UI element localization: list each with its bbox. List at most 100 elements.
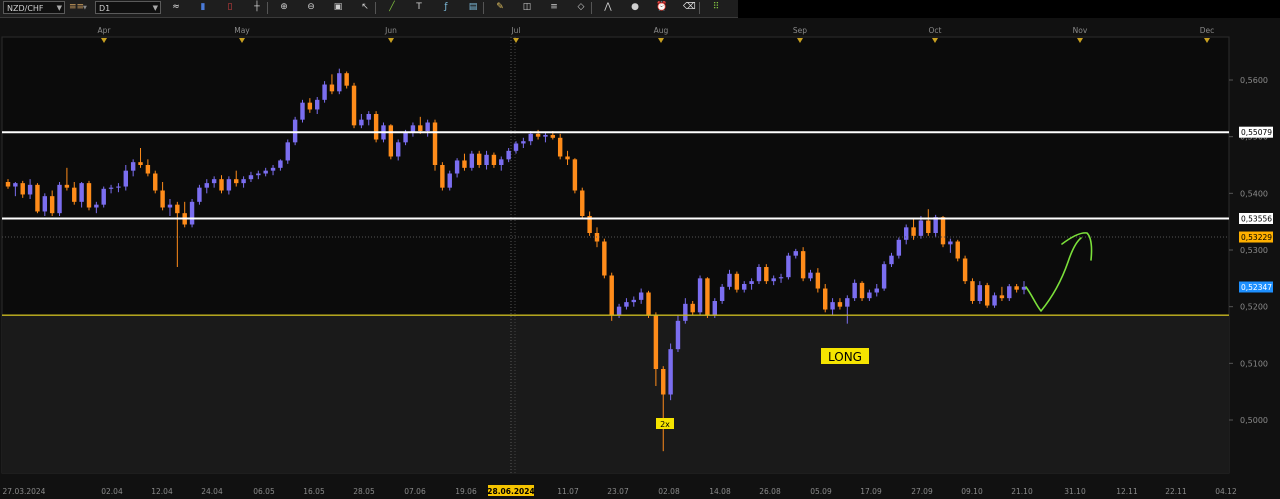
candle-body[interactable]: [42, 196, 48, 212]
candle-body[interactable]: [727, 273, 732, 287]
candle-body[interactable]: [145, 165, 151, 174]
candle-body[interactable]: [278, 160, 283, 168]
candle-body[interactable]: [241, 179, 246, 184]
candle-body[interactable]: [160, 190, 165, 208]
candle-body[interactable]: [955, 241, 960, 259]
candle-body[interactable]: [5, 182, 11, 187]
candle-body[interactable]: [292, 119, 298, 143]
candle-body[interactable]: [219, 179, 224, 191]
candle-body[interactable]: [793, 251, 798, 256]
candle-body[interactable]: [499, 159, 504, 165]
candle-body[interactable]: [138, 162, 143, 165]
candle-body[interactable]: [984, 285, 990, 306]
candle-body[interactable]: [329, 84, 335, 92]
candle-body[interactable]: [513, 143, 519, 151]
candle-body[interactable]: [418, 125, 423, 131]
candle-body[interactable]: [572, 159, 578, 191]
candle-body[interactable]: [830, 302, 835, 310]
candle-body[interactable]: [130, 162, 136, 171]
candle-body[interactable]: [116, 186, 121, 188]
candle-body[interactable]: [35, 184, 40, 212]
candle-body[interactable]: [359, 119, 364, 126]
candle-body[interactable]: [388, 125, 394, 157]
candle-body[interactable]: [999, 295, 1005, 299]
candle-body[interactable]: [1007, 286, 1012, 299]
candle-body[interactable]: [815, 272, 821, 289]
candle-body[interactable]: [351, 85, 357, 126]
candle-body[interactable]: [933, 217, 938, 233]
candle-body[interactable]: [197, 187, 202, 202]
candle-body[interactable]: [72, 187, 77, 202]
candle-body[interactable]: [550, 134, 556, 138]
candle-body[interactable]: [403, 132, 408, 143]
candle-body[interactable]: [742, 284, 747, 290]
candle-body[interactable]: [646, 292, 651, 316]
price-chart[interactable]: Apr May Jun Jul Aug Sep Oct Nov Dec 27.03.2024 02…: [0, 0, 1280, 499]
candle-body[interactable]: [631, 299, 637, 303]
candle-body[interactable]: [683, 303, 688, 321]
candle-body[interactable]: [20, 183, 25, 195]
candle-body[interactable]: [977, 285, 983, 301]
candle-body[interactable]: [204, 183, 209, 188]
candle-body[interactable]: [300, 102, 305, 120]
candle-body[interactable]: [992, 295, 997, 306]
candle-body[interactable]: [27, 184, 33, 195]
candle-body[interactable]: [918, 220, 924, 236]
candle-body[interactable]: [211, 179, 217, 184]
candle-body[interactable]: [454, 160, 460, 174]
candle-body[interactable]: [270, 167, 276, 171]
candle-body[interactable]: [535, 133, 541, 137]
candle-body[interactable]: [425, 122, 430, 132]
candle-body[interactable]: [506, 150, 511, 160]
candle-body[interactable]: [734, 273, 740, 290]
candle-body[interactable]: [108, 187, 114, 189]
candle-body[interactable]: [234, 179, 239, 184]
candle-body[interactable]: [712, 301, 717, 316]
candle-body[interactable]: [808, 272, 813, 279]
candle-body[interactable]: [705, 278, 710, 316]
candle-body[interactable]: [940, 217, 946, 245]
candle-body[interactable]: [366, 114, 371, 120]
candle-body[interactable]: [491, 154, 497, 165]
candle-body[interactable]: [469, 153, 475, 168]
candle-body[interactable]: [653, 315, 659, 369]
candle-body[interactable]: [771, 278, 776, 282]
candle-body[interactable]: [852, 282, 857, 299]
candle-body[interactable]: [786, 255, 791, 278]
candle-body[interactable]: [867, 292, 872, 299]
candle-body[interactable]: [609, 275, 614, 316]
candle-body[interactable]: [845, 298, 850, 307]
candle-body[interactable]: [248, 175, 254, 180]
candle-body[interactable]: [285, 142, 290, 161]
candle-body[interactable]: [440, 165, 445, 188]
candle-body[interactable]: [800, 251, 806, 279]
candle-body[interactable]: [697, 278, 703, 313]
candle-body[interactable]: [675, 320, 681, 350]
candle-body[interactable]: [256, 173, 261, 176]
candle-body[interactable]: [64, 184, 70, 188]
candle-body[interactable]: [13, 183, 18, 187]
candle-body[interactable]: [668, 349, 673, 395]
candle-body[interactable]: [616, 306, 622, 316]
candle-body[interactable]: [167, 204, 173, 208]
candle-body[interactable]: [322, 84, 327, 100]
candle-body[interactable]: [307, 102, 313, 110]
candle-body[interactable]: [948, 241, 953, 245]
candle-body[interactable]: [263, 170, 268, 174]
candle-body[interactable]: [749, 281, 754, 284]
candle-body[interactable]: [49, 196, 55, 214]
candle-body[interactable]: [764, 267, 769, 282]
candle-body[interactable]: [962, 258, 968, 282]
candle-body[interactable]: [661, 369, 666, 395]
candle-body[interactable]: [447, 173, 452, 188]
candle-body[interactable]: [756, 267, 762, 282]
candle-body[interactable]: [226, 179, 232, 191]
candle-body[interactable]: [462, 160, 467, 168]
candle-body[interactable]: [476, 153, 482, 165]
candle-body[interactable]: [175, 204, 180, 214]
candle-body[interactable]: [889, 255, 894, 265]
candle-body[interactable]: [778, 277, 784, 279]
candle-body[interactable]: [123, 170, 129, 187]
candle-body[interactable]: [690, 303, 695, 313]
candle-body[interactable]: [337, 73, 342, 92]
